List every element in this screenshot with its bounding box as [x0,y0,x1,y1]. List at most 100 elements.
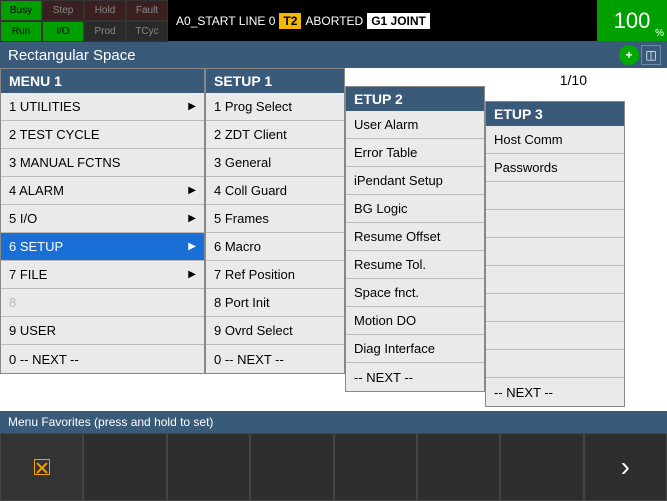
menu4-item-2 [486,182,624,210]
coord-badge: G1 JOINT [367,13,430,29]
status-fault: Fault [126,0,168,21]
override-value: 100 [614,8,651,34]
menu3-item-5[interactable]: Resume Tol. [346,251,484,279]
menu4-item-8 [486,350,624,378]
menu4-item-1[interactable]: Passwords [486,154,624,182]
menu2-item-1[interactable]: 2 ZDT Client [206,121,344,149]
softkey-close[interactable] [0,433,83,501]
menu1-item-6-label: 7 FILE [9,267,47,282]
menu1-item-4[interactable]: 5 I/O ▶ [1,205,204,233]
menu4-item-9[interactable]: -- NEXT -- [486,378,624,406]
menu3-item-5-label: Resume Tol. [354,257,426,272]
status-hold: Hold [84,0,126,21]
menu2-item-0[interactable]: 1 Prog Select [206,93,344,121]
chevron-right-icon: ▶ [188,185,196,196]
menu3-item-0[interactable]: User Alarm [346,111,484,139]
status-step: Step [42,0,84,21]
status-grid: Busy Step Hold Fault Run I/O Prod TCyc [0,0,168,41]
menu4-item-5 [486,266,624,294]
menu1-item-5[interactable]: 6 SETUP▶ [1,233,204,261]
chevron-right-icon: ▶ [188,241,196,252]
override-unit: % [655,28,664,39]
menu2-item-7[interactable]: 8 Port Init [206,289,344,317]
title-bar: Rectangular Space + ◫ [0,42,667,68]
menu3-item-8-label: Diag Interface [354,341,435,356]
menu1-item-1[interactable]: 2 TEST CYCLE [1,121,204,149]
menu1-item-0[interactable]: 1 UTILITIES▶ [1,93,204,121]
menu2-item-3-label: 4 Coll Guard [214,183,287,198]
close-icon [34,459,50,475]
menu3-item-7[interactable]: Motion DO [346,307,484,335]
menu3-item-4[interactable]: Resume Offset [346,223,484,251]
menu1-item-2-label: 3 MANUAL FCTNS [9,155,120,170]
softkey-f2[interactable] [83,433,166,501]
menu4-item-6 [486,294,624,322]
menu2-item-2[interactable]: 3 General [206,149,344,177]
softkey-f7[interactable] [500,433,583,501]
menu4-item-0[interactable]: Host Comm [486,126,624,154]
menu3-item-2[interactable]: iPendant Setup [346,167,484,195]
menu2-item-5[interactable]: 6 Macro [206,233,344,261]
softkey-f3[interactable] [167,433,250,501]
menu4-item-0-label: Host Comm [494,132,563,147]
menu4-item-4 [486,238,624,266]
menu2-item-8[interactable]: 9 Ovrd Select [206,317,344,345]
menu3-item-6[interactable]: Space fnct. [346,279,484,307]
menu2-item-6[interactable]: 7 Ref Position [206,261,344,289]
menu3-item-1-label: Error Table [354,145,417,160]
override-display[interactable]: 100 % [597,0,667,41]
menu1-item-2[interactable]: 3 MANUAL FCTNS [1,149,204,177]
menu1-item-8[interactable]: 9 USER [1,317,204,345]
menu2-item-9[interactable]: 0 -- NEXT -- [206,345,344,373]
menu2-item-4[interactable]: 5 Frames [206,205,344,233]
menu1-item-4-label: 5 I/O [9,211,37,226]
menu1-item-7-label: 8 [9,295,16,310]
menu2-item-0-label: 1 Prog Select [214,99,292,114]
menu2-item-6-label: 7 Ref Position [214,267,295,282]
softkey-f4[interactable] [250,433,333,501]
menu1-item-1-label: 2 TEST CYCLE [9,127,100,142]
menu3-item-6-label: Space fnct. [354,285,419,300]
menu1-item-3[interactable]: 4 ALARM ▶ [1,177,204,205]
chevron-right-icon: › [621,451,630,483]
status-prod: Prod [84,21,126,42]
menu2-item-3[interactable]: 4 Coll Guard [206,177,344,205]
layout-icon[interactable]: ◫ [641,45,661,65]
add-view-icon[interactable]: + [619,45,639,65]
program-status: A0_START LINE 0 T2 ABORTED G1 JOINT [168,0,597,41]
chevron-right-icon: ▶ [188,269,196,280]
pager: 1/10 [560,72,587,88]
run-state: ABORTED [305,14,363,28]
menu2-item-9-label: 0 -- NEXT -- [214,352,284,367]
menu1-item-9-label: 0 -- NEXT -- [9,352,79,367]
hint-text: Menu Favorites (press and hold to set) [8,415,213,429]
menu2-item-2-label: 3 General [214,155,271,170]
status-io: I/O [42,21,84,42]
menu1-item-8-label: 9 USER [9,323,56,338]
menu2-item-1-label: 2 ZDT Client [214,127,287,142]
menu4-header: ETUP 3 [486,102,624,126]
menu3-item-2-label: iPendant Setup [354,173,443,188]
menu3-item-9[interactable]: -- NEXT -- [346,363,484,391]
menu3-item-1[interactable]: Error Table [346,139,484,167]
menu4-item-7 [486,322,624,350]
main-menu: MENU 1 1 UTILITIES▶2 TEST CYCLE3 MANUAL … [0,68,205,374]
menu3-item-3-label: BG Logic [354,201,407,216]
setup-menu-1: SETUP 1 1 Prog Select 2 ZDT Client 3 Gener… [205,68,345,374]
menu1-item-9[interactable]: 0 -- NEXT -- [1,345,204,373]
menu3-item-3[interactable]: BG Logic [346,195,484,223]
mode-badge: T2 [279,13,301,29]
menu1-item-3-label: 4 ALARM [9,183,64,198]
softkey-next[interactable]: › [584,433,667,501]
setup-menu-3: ETUP 3 Host Comm Passwords -- NEXT -- [485,101,625,407]
title-icons: + ◫ [619,45,661,65]
softkey-f6[interactable] [417,433,500,501]
chevron-right-icon: ▶ [188,213,196,224]
hint-bar: Menu Favorites (press and hold to set) [0,411,667,433]
menu1-item-6[interactable]: 7 FILE ▶ [1,261,204,289]
menu3-item-8[interactable]: Diag Interface [346,335,484,363]
menu2-item-5-label: 6 Macro [214,239,261,254]
menu1-item-0-label: 1 UTILITIES [9,99,81,114]
menu2-header: SETUP 1 [206,69,344,93]
softkey-f5[interactable] [334,433,417,501]
